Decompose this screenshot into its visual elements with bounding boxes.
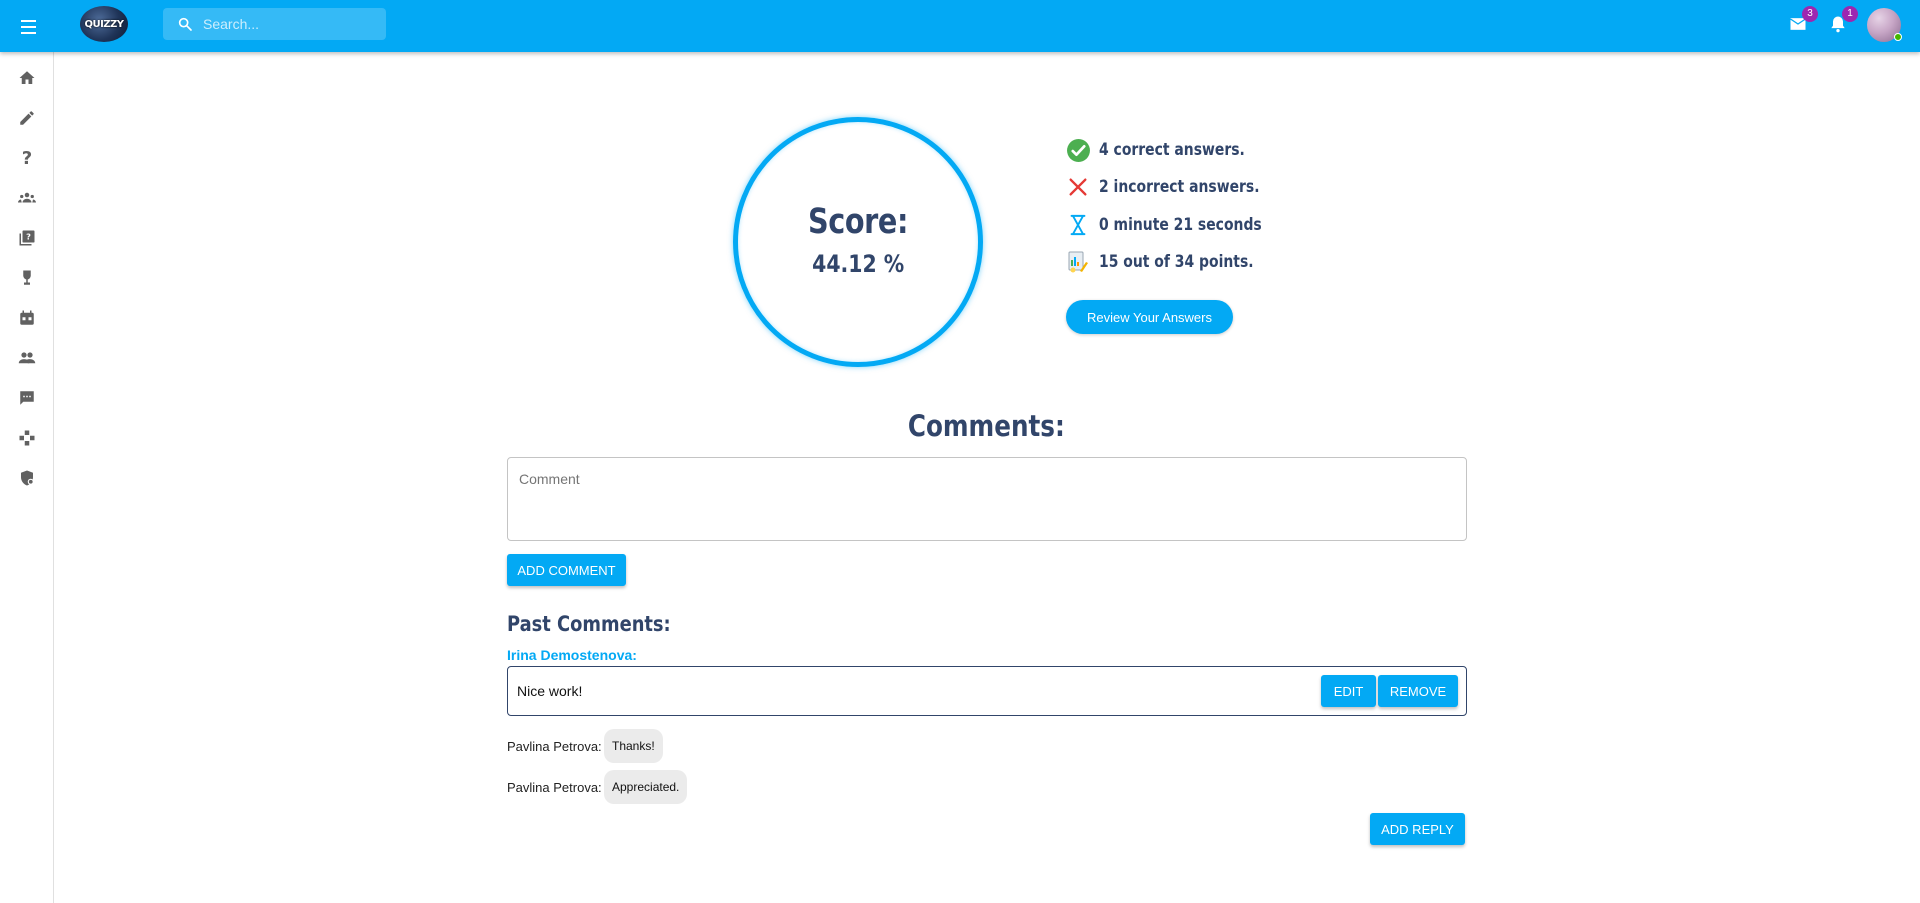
check-circle-icon xyxy=(1065,137,1091,163)
search-input[interactable] xyxy=(203,8,378,40)
add-comment-button[interactable]: ADD COMMENT xyxy=(507,554,626,586)
home-icon xyxy=(19,71,35,84)
sidebar-item-friends[interactable] xyxy=(15,346,39,370)
notifications-button[interactable]: 1 xyxy=(1826,6,1858,36)
comment-text: Nice work! xyxy=(517,683,583,699)
reply-bubble: Appreciated. xyxy=(604,770,688,804)
menu-icon[interactable] xyxy=(16,14,40,38)
admin-shield-icon xyxy=(21,470,34,486)
comment-author: Irina Demostenova: xyxy=(507,647,637,663)
sidebar-item-quiz-library[interactable]: ? xyxy=(15,226,39,250)
quiz-library-icon: ? xyxy=(19,230,35,246)
sidebar-item-chat[interactable] xyxy=(15,386,39,410)
comments-heading-text: Comments: xyxy=(907,409,1065,443)
app-bar: QUIZZY 3 1 xyxy=(0,0,1920,52)
correct-answers-stat: 4 correct answers. xyxy=(1065,137,1345,163)
past-comments-heading: Past Comments: xyxy=(507,612,671,636)
sidebar-item-home[interactable] xyxy=(15,66,39,90)
sidebar-item-create[interactable] xyxy=(15,106,39,130)
mail-badge: 3 xyxy=(1802,6,1818,22)
score-value: 44.12 % xyxy=(811,250,905,278)
event-icon xyxy=(20,310,34,325)
people-icon xyxy=(18,352,36,364)
sidebar-item-achievements[interactable] xyxy=(15,266,39,290)
points-stat: 15 out of 34 points. xyxy=(1065,249,1345,275)
comment-card: Nice work! EDIT REMOVE xyxy=(507,666,1467,716)
trophy-icon xyxy=(23,270,31,285)
hourglass-icon xyxy=(1065,212,1091,238)
svg-text:?: ? xyxy=(26,232,31,242)
game-icon xyxy=(19,430,35,446)
review-answers-button[interactable]: Review Your Answers xyxy=(1066,300,1233,334)
add-reply-button[interactable]: ADD REPLY xyxy=(1370,813,1465,845)
comments-heading: Comments: xyxy=(507,409,1465,443)
time-stat: 0 minute 21 seconds xyxy=(1065,212,1345,238)
sidebar-item-events[interactable] xyxy=(15,306,39,330)
comment-input[interactable] xyxy=(508,458,1466,540)
sidebar-item-games[interactable] xyxy=(15,426,39,450)
groups-icon xyxy=(18,192,36,203)
online-status-dot xyxy=(1894,33,1902,41)
reply-author: Pavlina Petrova: xyxy=(507,739,602,754)
report-icon xyxy=(1065,249,1091,275)
question-icon: ? xyxy=(21,147,33,169)
reply-author: Pavlina Petrova: xyxy=(507,780,602,795)
score-circle: Score: 44.12 % xyxy=(733,117,983,367)
reply-bubble: Thanks! xyxy=(604,729,663,763)
sidebar-item-admin[interactable] xyxy=(15,466,39,490)
search-bar xyxy=(163,8,386,40)
mail-button[interactable]: 3 xyxy=(1786,6,1818,36)
points-text: 15 out of 34 points. xyxy=(1099,252,1254,272)
logo-text: QUIZZY xyxy=(84,18,124,30)
user-avatar[interactable] xyxy=(1867,8,1902,42)
sidebar-item-questions[interactable]: ? xyxy=(15,146,39,170)
edit-comment-button[interactable]: EDIT xyxy=(1321,675,1376,707)
correct-answers-text: 4 correct answers. xyxy=(1099,140,1245,160)
score-title: Score: xyxy=(807,202,909,242)
comment-field xyxy=(507,457,1467,541)
search-icon xyxy=(178,17,192,31)
notifications-badge: 1 xyxy=(1842,6,1858,22)
app-logo[interactable]: QUIZZY xyxy=(80,6,128,42)
incorrect-answers-stat: 2 incorrect answers. xyxy=(1065,174,1345,200)
time-text: 0 minute 21 seconds xyxy=(1099,215,1262,235)
close-icon xyxy=(1065,174,1091,200)
pencil-icon xyxy=(20,111,34,125)
remove-comment-button[interactable]: REMOVE xyxy=(1378,675,1458,707)
sidebar: ? ? xyxy=(0,52,54,903)
chat-icon xyxy=(20,391,34,405)
sidebar-item-groups[interactable] xyxy=(15,186,39,210)
incorrect-answers-text: 2 incorrect answers. xyxy=(1099,177,1260,197)
